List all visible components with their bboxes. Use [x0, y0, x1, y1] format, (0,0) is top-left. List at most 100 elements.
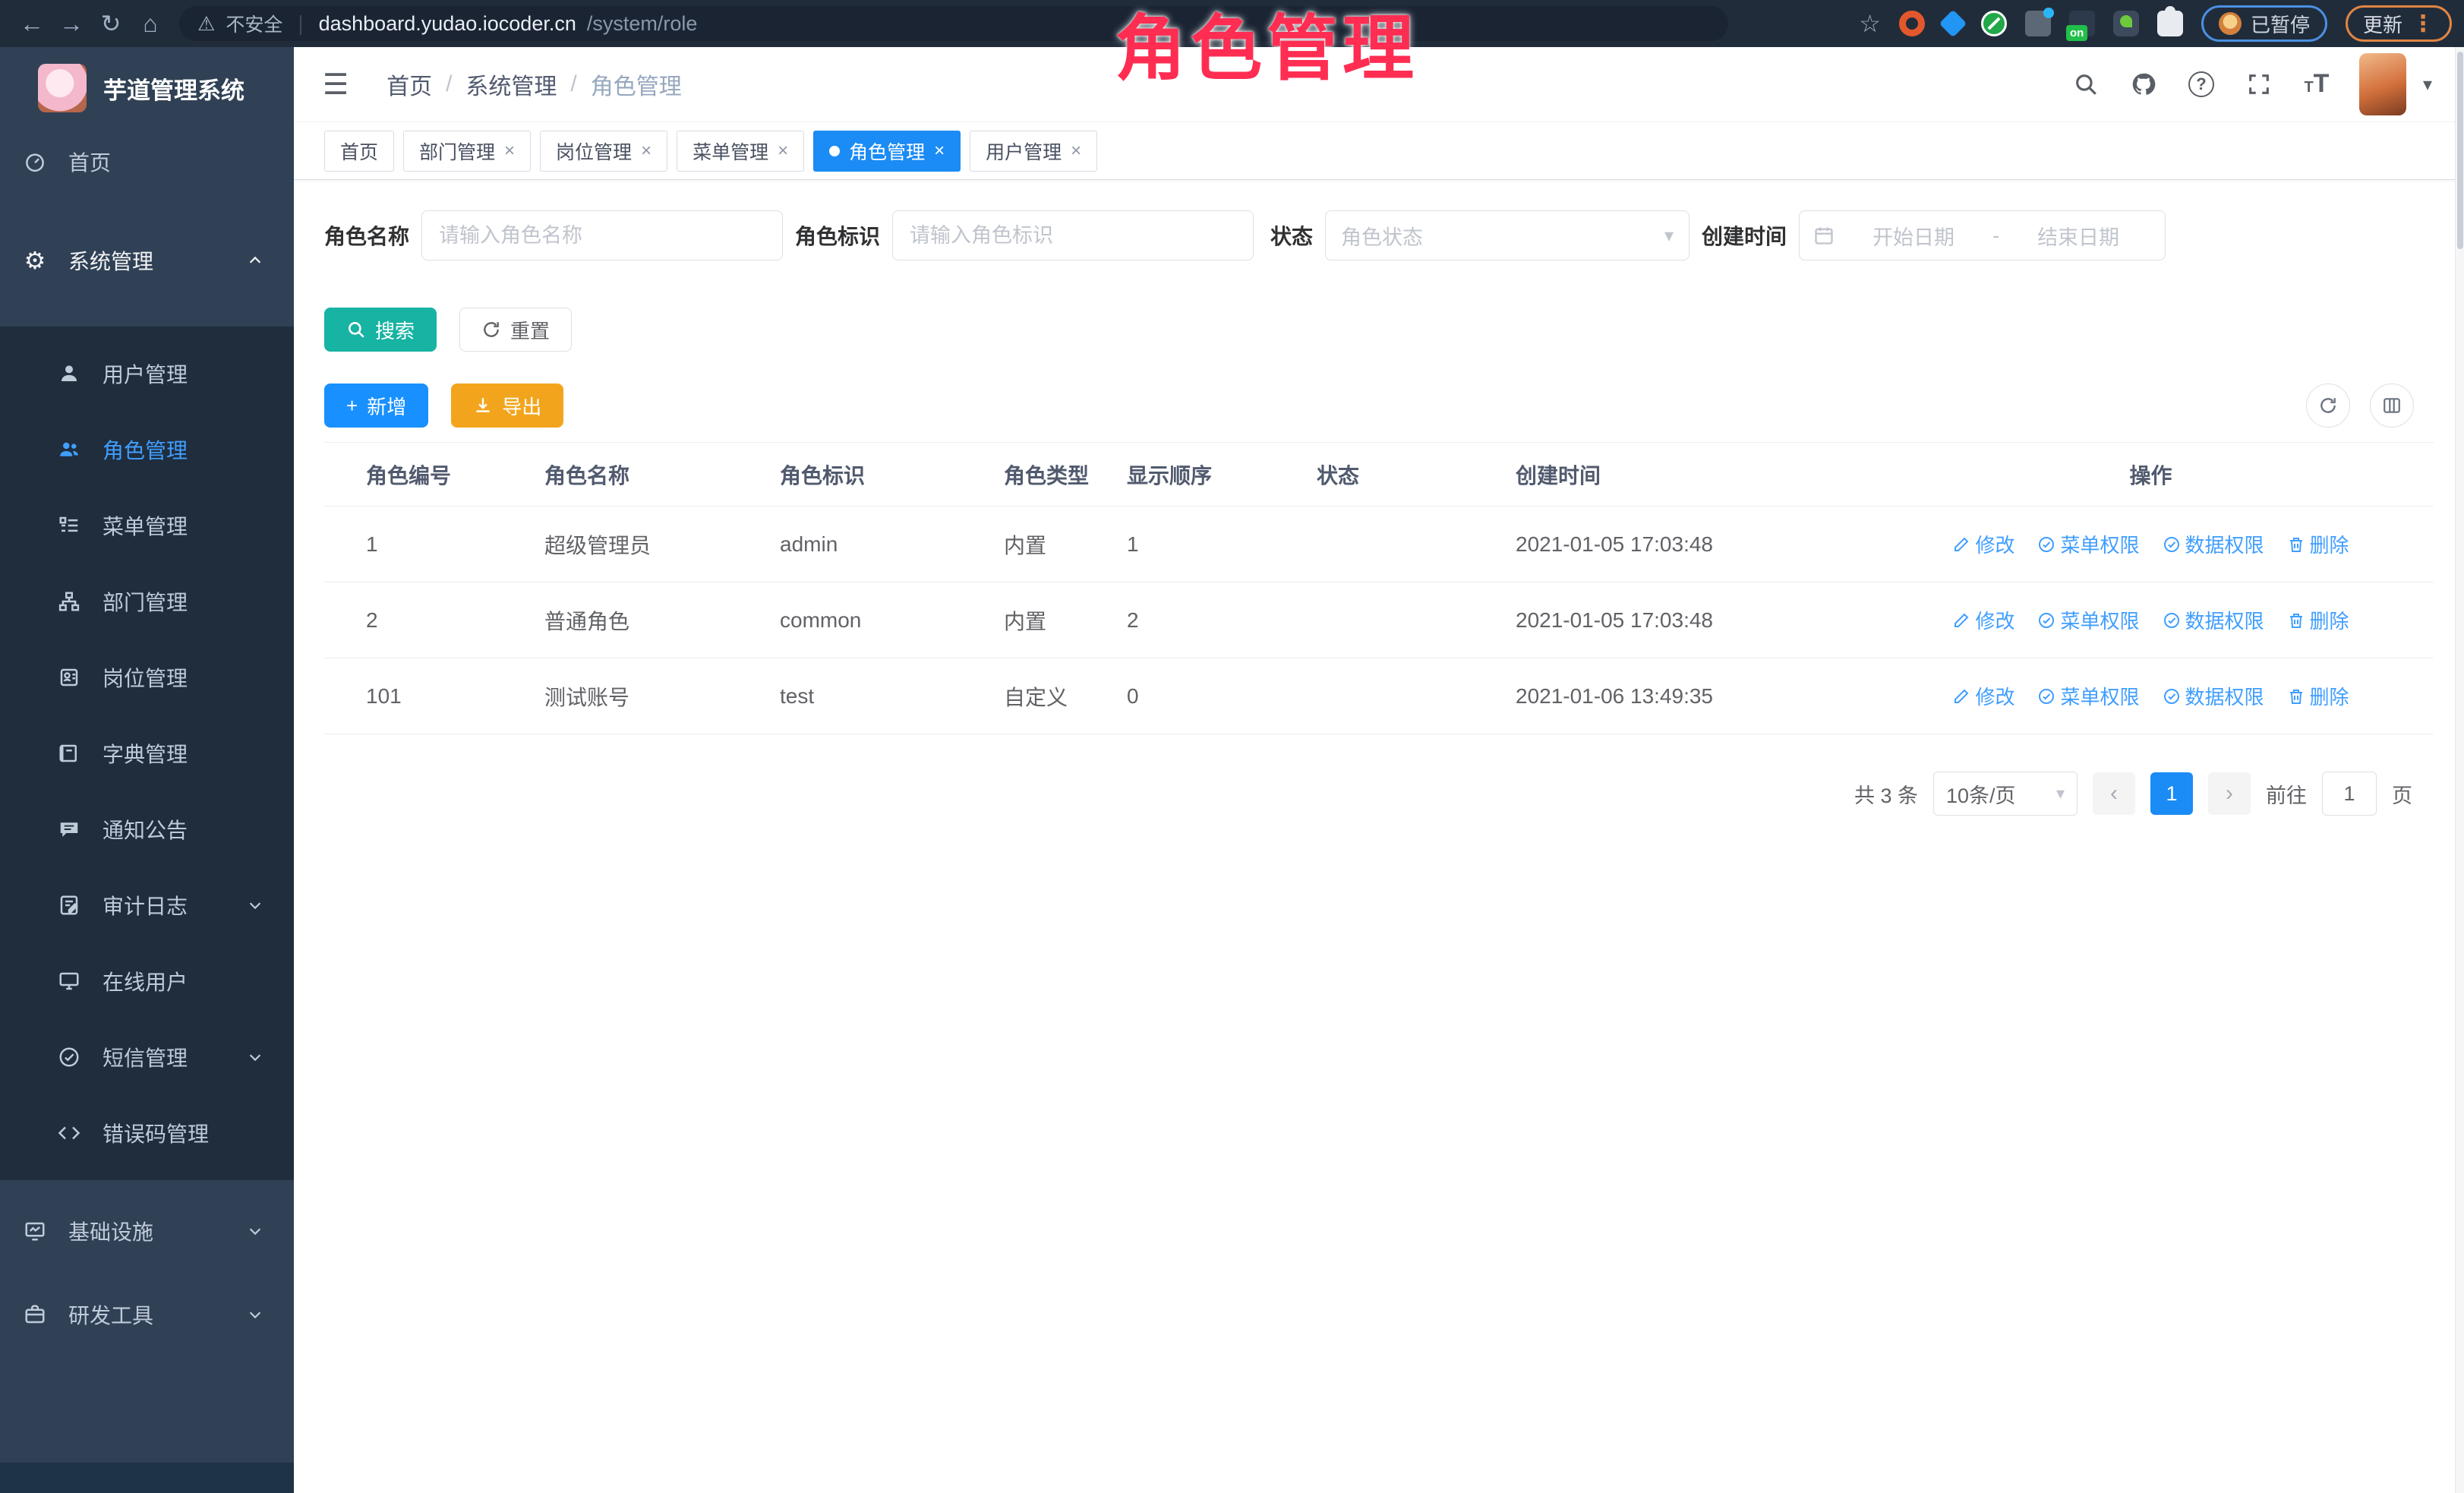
extension-switch-icon[interactable]: on	[2069, 11, 2095, 36]
address-bar[interactable]: ⚠ 不安全 | dashboard.yudao.iocoder.cn/syste…	[179, 6, 1728, 41]
security-label[interactable]: 不安全	[226, 10, 282, 37]
add-button[interactable]: + 新增	[324, 384, 428, 428]
data-permission-link[interactable]: 数据权限	[2163, 530, 2264, 558]
browser-forward-button[interactable]: →	[52, 10, 91, 38]
extensions-puzzle-icon[interactable]	[2157, 11, 2183, 36]
github-icon[interactable]	[2128, 69, 2159, 99]
close-icon[interactable]: ×	[778, 140, 788, 162]
data-permission-link[interactable]: 数据权限	[2163, 606, 2264, 634]
extension-orange-icon[interactable]	[1899, 11, 1925, 36]
sidebar-item-posts[interactable]: 岗位管理	[0, 639, 294, 715]
search-icon[interactable]	[2071, 69, 2101, 99]
sidebar-collapse-icon[interactable]: ☰	[323, 68, 349, 102]
close-icon[interactable]: ×	[504, 140, 515, 162]
sidebar-item-dictionary[interactable]: 字典管理	[0, 715, 294, 791]
extension-green-icon[interactable]	[1981, 11, 2007, 36]
gear-icon: ⚙	[23, 248, 47, 273]
role-key-input[interactable]	[892, 210, 1254, 260]
menu-permission-link[interactable]: 菜单权限	[2037, 682, 2139, 710]
data-permission-link[interactable]: 数据权限	[2163, 682, 2264, 710]
role-name-input[interactable]	[421, 210, 783, 260]
delete-link[interactable]: 删除	[2287, 606, 2349, 634]
browser-back-button[interactable]: ←	[12, 10, 52, 38]
sidebar-item-sms[interactable]: 短信管理	[0, 1019, 294, 1095]
sidebar-item-infrastructure[interactable]: 基础设施	[0, 1198, 294, 1264]
sidebar-item-system[interactable]: ⚙ 系统管理	[0, 228, 294, 293]
browser-home-button[interactable]: ⌂	[131, 10, 170, 38]
bookmark-star-icon[interactable]: ☆	[1859, 9, 1881, 38]
update-chip[interactable]: 更新 ⋮	[2346, 5, 2452, 42]
fullscreen-icon[interactable]	[2244, 69, 2274, 99]
close-icon[interactable]: ×	[641, 140, 651, 162]
infrastructure-icon	[23, 1219, 47, 1243]
tab-roles[interactable]: 角色管理 ×	[813, 131, 961, 172]
delete-link[interactable]: 删除	[2287, 682, 2349, 710]
reset-button[interactable]: 重置	[459, 308, 572, 352]
tab-home[interactable]: 首页	[324, 131, 394, 172]
page-size-select[interactable]: 10条/页 ▾	[1933, 772, 2078, 816]
profile-paused-chip[interactable]: 已暂停	[2201, 5, 2327, 42]
app-logo-row[interactable]: 芋道管理系统	[0, 47, 294, 129]
refresh-table-button[interactable]	[2306, 384, 2350, 428]
menu-permission-link[interactable]: 菜单权限	[2037, 606, 2139, 634]
edit-icon	[1952, 687, 1970, 705]
browser-reload-button[interactable]: ↻	[91, 9, 131, 38]
browser-menu-icon[interactable]: ⋮	[2412, 11, 2434, 37]
sidebar-item-announcements[interactable]: 通知公告	[0, 791, 294, 867]
menu-permission-link[interactable]: 菜单权限	[2037, 530, 2139, 558]
active-tab-dot	[829, 146, 840, 156]
sidebar-item-dev-tools[interactable]: 研发工具	[0, 1282, 294, 1347]
breadcrumb-separator: /	[446, 71, 452, 97]
sidebar-item-menus[interactable]: 菜单管理	[0, 488, 294, 563]
edit-link[interactable]: 修改	[1952, 682, 2014, 710]
sidebar-item-label: 部门管理	[103, 586, 188, 617]
goto-page-input[interactable]	[2322, 772, 2377, 816]
breadcrumb-home[interactable]: 首页	[386, 68, 432, 101]
column-settings-button[interactable]	[2370, 384, 2414, 428]
app-title: 芋道管理系统	[103, 71, 245, 106]
prev-page-button[interactable]: ‹	[2093, 772, 2135, 815]
sidebar-item-users[interactable]: 用户管理	[0, 336, 294, 412]
extension-gem-icon[interactable]	[1939, 10, 1967, 38]
font-size-icon[interactable]: TT	[2302, 69, 2332, 99]
breadcrumb-system[interactable]: 系统管理	[465, 68, 557, 101]
tab-posts[interactable]: 岗位管理 ×	[540, 131, 667, 172]
sidebar-item-roles[interactable]: 角色管理	[0, 412, 294, 488]
help-icon[interactable]: ?	[2186, 69, 2216, 99]
sidebar-item-label: 系统管理	[68, 245, 153, 276]
close-icon[interactable]: ×	[1071, 140, 1081, 162]
chevron-down-icon	[247, 897, 263, 914]
sidebar-item-label: 岗位管理	[103, 662, 188, 693]
circle-check-icon	[2163, 535, 2181, 554]
extension-sprout-icon[interactable]	[2113, 11, 2139, 36]
date-range-picker[interactable]: 开始日期 - 结束日期	[1799, 210, 2166, 260]
sidebar-item-audit-log[interactable]: 审计日志	[0, 867, 294, 943]
delete-link[interactable]: 删除	[2287, 530, 2349, 558]
sidebar-item-home[interactable]: 首页	[0, 129, 294, 194]
tab-departments[interactable]: 部门管理 ×	[403, 131, 531, 172]
sidebar-item-departments[interactable]: 部门管理	[0, 563, 294, 639]
next-page-button[interactable]: ›	[2208, 772, 2251, 815]
edit-link[interactable]: 修改	[1952, 606, 2014, 634]
export-button[interactable]: 导出	[451, 384, 563, 428]
status-select[interactable]: 角色状态 ▾	[1325, 210, 1689, 260]
edit-link[interactable]: 修改	[1952, 530, 2014, 558]
tab-menus[interactable]: 菜单管理 ×	[677, 131, 804, 172]
search-button[interactable]: 搜索	[324, 308, 437, 352]
page-1-button[interactable]: 1	[2150, 772, 2193, 815]
sidebar-item-online-users[interactable]: 在线用户	[0, 943, 294, 1019]
tab-users[interactable]: 用户管理 ×	[970, 131, 1097, 172]
system-submenu: 用户管理 角色管理 菜单管理 部门管理 岗位管理	[0, 327, 294, 1180]
scrollbar-thumb[interactable]	[2457, 52, 2463, 249]
chevron-down-icon	[247, 1049, 263, 1065]
close-icon[interactable]: ×	[934, 140, 945, 162]
scrollbar[interactable]	[2455, 47, 2464, 1493]
table-row: 1 超级管理员 admin 内置 1 2021-01-05 17:03:48 修…	[324, 507, 2434, 582]
extension-translate-icon[interactable]	[2025, 11, 2051, 36]
sidebar-item-label: 角色管理	[103, 434, 188, 465]
avatar[interactable]	[2359, 53, 2406, 115]
avatar-caret-icon[interactable]: ▾	[2423, 74, 2432, 96]
sidebar-item-error-codes[interactable]: 错误码管理	[0, 1095, 294, 1171]
circle-check-icon	[2037, 611, 2055, 630]
dev-tools-icon	[23, 1302, 47, 1327]
